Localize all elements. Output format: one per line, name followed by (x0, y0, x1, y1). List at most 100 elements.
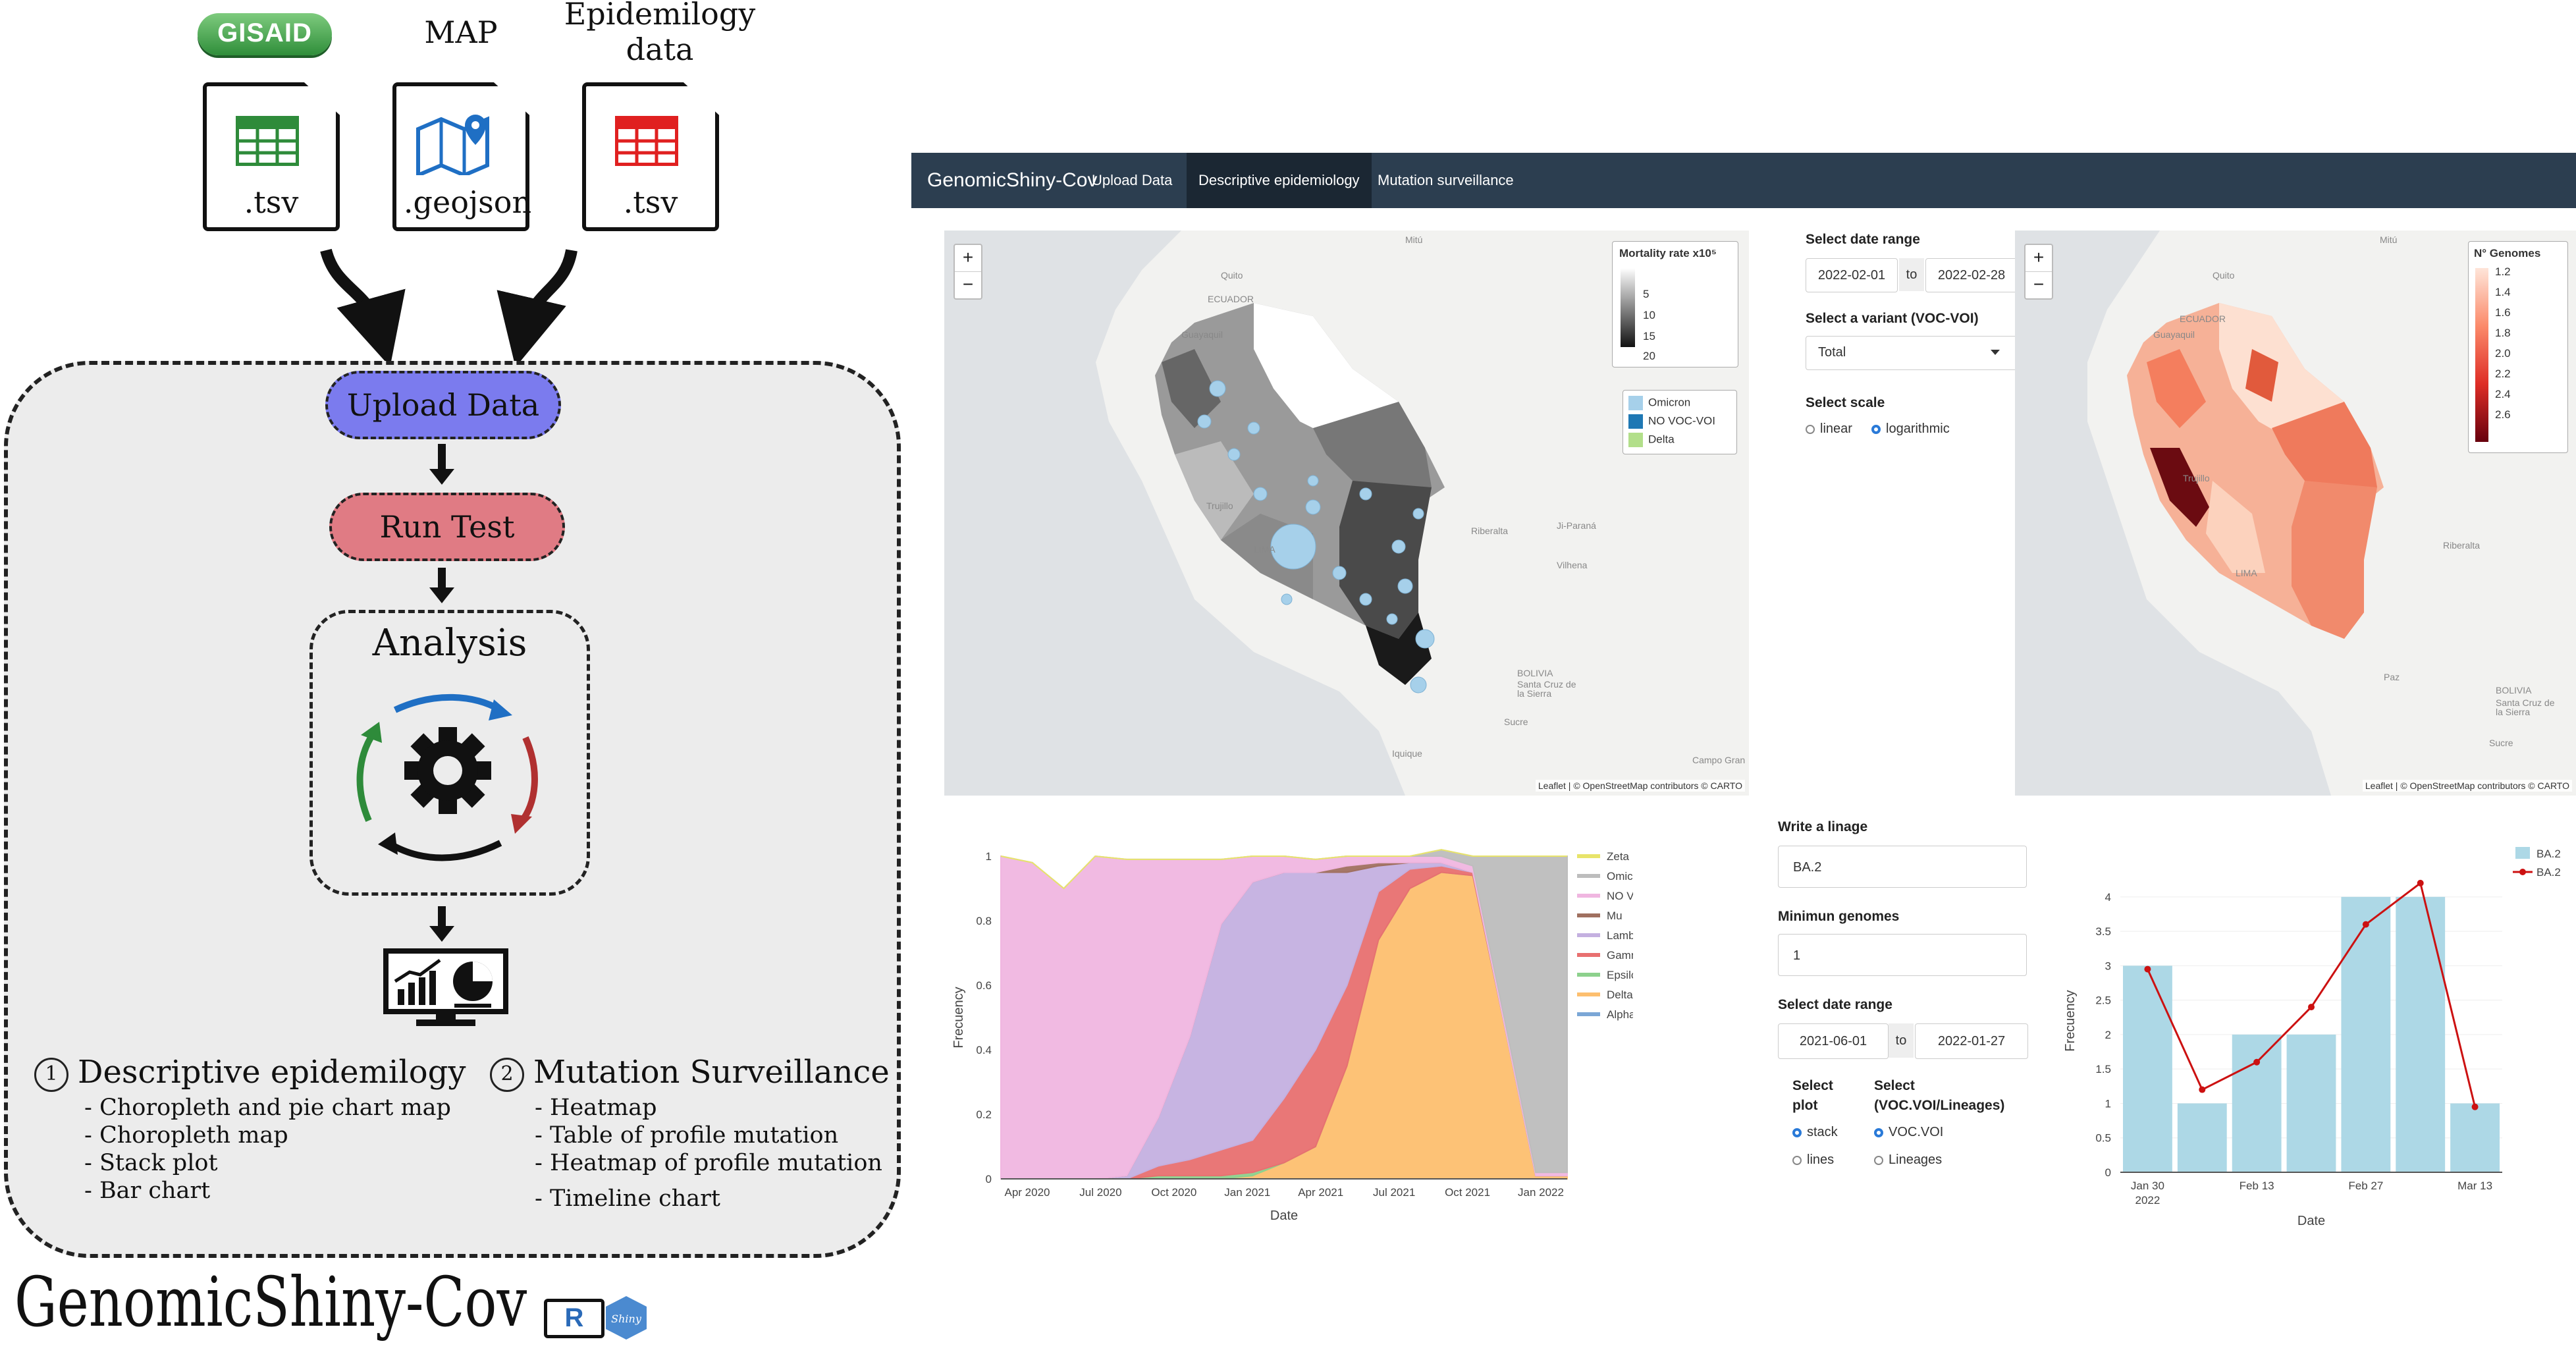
x-tick-label: Jan 2021 (1224, 1186, 1270, 1199)
feature-1-item: - Bar chart (84, 1178, 211, 1204)
legend-label: BA.2 (2536, 848, 2561, 860)
map-place-label: Riberalta (2443, 540, 2481, 551)
genomes-legend-gradient (2475, 268, 2488, 442)
map-zoom-control: + − (2024, 244, 2053, 300)
map-attribution[interactable]: Leaflet | © OpenStreetMap contributors ©… (2362, 780, 2572, 792)
feature-2-item: - Heatmap (535, 1095, 657, 1121)
lineage-input[interactable]: BA.2 (1778, 846, 2027, 888)
bar (2341, 896, 2391, 1172)
trend-point (2144, 965, 2151, 973)
map-place-label: Vilhena (1557, 560, 1588, 570)
map-place-label: LIMA (2236, 568, 2257, 578)
tab-mutation-surveillance[interactable]: Mutation surveillance (1366, 153, 1526, 208)
feature-2-title: 2 Mutation Surveillance (490, 1054, 890, 1092)
genomes-legend-tick: 2.6 (2495, 408, 2511, 421)
map-place-label: Riberalta (1471, 526, 1509, 536)
feature-1-title-text: Descriptive epidemilogy (78, 1054, 466, 1091)
legend-label: Omicron (1607, 870, 1633, 883)
tab-descriptive-epidemiology[interactable]: Descriptive epidemiology (1187, 153, 1372, 208)
tab-upload-data[interactable]: Upload Data (1080, 153, 1184, 208)
date-range-label-2: Select date range (1778, 997, 1892, 1012)
navbar: GenomicShiny-Cov Upload Data Descriptive… (911, 153, 2576, 208)
map-mortality[interactable]: Mitú Quito ECUADOR Guayaquil Trujillo LI… (944, 231, 1749, 796)
feature-1-item: - Stack plot (84, 1150, 218, 1176)
map-attribution[interactable]: Leaflet | © OpenStreetMap contributors ©… (1535, 780, 1745, 792)
plot-type-label: Select plot (1792, 1076, 1852, 1116)
genomes-legend-tick: 1.6 (2495, 306, 2511, 319)
mortality-legend-title: Mortality rate x10⁵ (1619, 247, 1717, 259)
x-tick-label: Apr 2020 (1005, 1186, 1050, 1199)
map-genomes[interactable]: Mitú Quito ECUADOR Guayaquil Trujillo LI… (2015, 231, 2576, 796)
plot-option-label: lines (1807, 1153, 1835, 1167)
legend-label: Zeta (1607, 850, 1630, 863)
legend-swatch (2515, 847, 2530, 859)
feature-2-item: - Timeline chart (535, 1185, 720, 1212)
date-start-input-2[interactable]: 2021-06-01 (1778, 1023, 1889, 1059)
variant-select-value: Total (1818, 345, 1846, 360)
zoom-in-button[interactable]: + (955, 245, 981, 271)
x-tick-label: 2022 (2135, 1194, 2160, 1207)
zoom-in-button[interactable]: + (2026, 245, 2052, 271)
type-option-voc[interactable]: VOC.VOI (1874, 1125, 1943, 1140)
map-zoom-control: + − (953, 244, 982, 300)
y-tick-label: 0 (986, 1173, 992, 1185)
date-start-input[interactable]: 2022-02-01 (1806, 258, 1898, 292)
min-genomes-input[interactable]: 1 (1778, 934, 2027, 976)
plot-option-lines[interactable]: lines (1792, 1153, 1834, 1168)
plot-option-stack[interactable]: stack (1792, 1125, 1838, 1140)
plot-option-label: stack (1807, 1125, 1838, 1139)
feature-2-item: - Table of profile mutation (535, 1122, 839, 1149)
trend-point (2362, 921, 2369, 928)
pie-legend-label: NO VOC-VOI (1648, 414, 1716, 427)
genomes-legend-tick: 1.8 (2495, 327, 2511, 339)
feature-2-number: 2 (490, 1057, 524, 1092)
pie-legend-item: NO VOC-VOI (1628, 414, 1715, 429)
map-place-label: Trujillo (1206, 501, 1233, 511)
mortality-legend: Mortality rate x10⁵ 5 10 15 20 (1612, 241, 1738, 367)
trend-point (2308, 1004, 2315, 1011)
radio-icon (1871, 425, 1881, 434)
date-sep: to (1899, 258, 1924, 291)
feature-2-item: - Heatmap of profile mutation (535, 1150, 882, 1176)
feature-1-item: - Choropleth and pie chart map (84, 1095, 451, 1121)
map-place-label: ECUADOR (2180, 313, 2226, 324)
legend-swatch (2519, 869, 2526, 875)
type-option-label: Lineages (1889, 1153, 1943, 1167)
plot-type-label-text: Select plot (1792, 1078, 1833, 1113)
radio-icon (1874, 1128, 1883, 1137)
x-tick-label: Jul 2020 (1079, 1186, 1121, 1199)
zoom-out-button[interactable]: − (2026, 271, 2052, 298)
x-tick-label: Feb 13 (2240, 1180, 2274, 1192)
date-sep-2: to (1889, 1023, 1914, 1058)
pie-legend-swatch (1628, 433, 1643, 447)
date-end-input-2[interactable]: 2022-01-27 (1915, 1023, 2028, 1059)
bar (2286, 1034, 2336, 1172)
map-place-label: Sucre (1504, 717, 1528, 727)
chevron-down-icon (1991, 350, 2000, 355)
legend-label: Epsilon (1607, 969, 1633, 981)
genomes-legend: N° Genomes 1.2 1.4 1.6 1.8 2.0 2.2 2.4 2… (2468, 241, 2568, 453)
radio-icon (1792, 1156, 1802, 1165)
y-tick-label: 3 (2105, 960, 2111, 972)
date-end-input[interactable]: 2022-02-28 (1925, 258, 2018, 292)
variant-label: Select a variant (VOC-VOI) (1806, 311, 1979, 326)
scale-option-linear[interactable]: linear (1806, 421, 1852, 437)
trend-point (2417, 879, 2424, 886)
legend-label: BA.2 (2536, 866, 2561, 879)
type-option-lineages[interactable]: Lineages (1874, 1153, 1942, 1168)
variant-select[interactable]: Total (1806, 336, 2018, 370)
map-place-label: Mitú (2380, 234, 2398, 245)
run-test-step: Run Test (329, 493, 565, 561)
pie-legend-item: Delta (1628, 433, 1675, 447)
map-place-label: Paz (2384, 672, 2400, 682)
stack-chart: 0 0.2 0.4 0.6 0.8 1 Apr 2020 Jul 2020 Oct 2020 Ja… (952, 849, 1633, 1223)
radio-icon (1792, 1128, 1802, 1137)
scale-option-logarithmic[interactable]: logarithmic (1871, 421, 1950, 437)
y-tick-label: 0.8 (976, 915, 992, 927)
y-tick-label: 4 (2105, 891, 2111, 904)
zoom-out-button[interactable]: − (955, 271, 981, 298)
map-place-label: Iquique (1392, 748, 1422, 759)
y-tick-label: 2.5 (2095, 994, 2111, 1007)
trend-point (2199, 1086, 2206, 1093)
bar-chart: 0 0.5 1 1.5 2 2.5 3 3.5 4 Jan 30 2022 Feb 13 Feb 27 M… (2063, 847, 2561, 1228)
